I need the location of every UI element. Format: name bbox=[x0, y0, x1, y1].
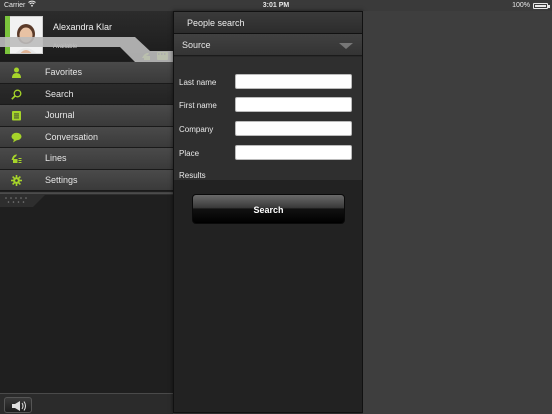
clock-label: 3:01 PM bbox=[262, 2, 290, 9]
panel-title: People search bbox=[174, 12, 362, 34]
speaker-button[interactable] bbox=[4, 397, 32, 413]
battery-icon bbox=[533, 3, 548, 9]
menu-item-settings[interactable]: Settings bbox=[0, 169, 173, 191]
source-selector[interactable]: Source bbox=[174, 34, 362, 56]
person-icon bbox=[12, 67, 21, 78]
first-name-label: First name bbox=[179, 101, 217, 110]
company-label: Company bbox=[179, 125, 214, 134]
menu-item-conversation[interactable]: Conversation bbox=[0, 126, 173, 148]
bottom-toolbar bbox=[0, 393, 173, 414]
menu-item-favorites[interactable]: Favorites bbox=[0, 62, 173, 84]
header-wedge bbox=[0, 37, 173, 62]
last-name-label: Last name bbox=[179, 78, 217, 87]
source-label: Source bbox=[182, 40, 211, 50]
last-name-input[interactable] bbox=[235, 74, 352, 89]
menu-item-label: Lines bbox=[45, 153, 67, 163]
phone-lines-icon bbox=[11, 154, 22, 163]
chat-bubble-icon bbox=[11, 132, 22, 142]
menu-resize-grip[interactable] bbox=[0, 191, 173, 213]
place-label: Place bbox=[179, 149, 200, 158]
status-bar: Carrier 3:01 PM 100% bbox=[0, 0, 552, 11]
left-panel: Alexandra Klar Available bbox=[0, 11, 173, 414]
detail-area bbox=[363, 11, 552, 414]
menu-item-label: Search bbox=[45, 88, 74, 99]
search-form: Last name First name Company Place Resul… bbox=[174, 57, 362, 180]
speaker-icon bbox=[12, 401, 26, 411]
journal-icon bbox=[12, 111, 21, 121]
menu-item-lines[interactable]: Lines bbox=[0, 148, 173, 170]
people-search-panel: People search Source Last name First nam… bbox=[173, 11, 363, 413]
profile-name: Alexandra Klar bbox=[53, 22, 113, 32]
app-window: Carrier 3:01 PM 100% Alexandra Klar Favo… bbox=[0, 0, 552, 414]
search-button[interactable]: Search bbox=[192, 194, 345, 224]
results-label: Results bbox=[179, 171, 206, 180]
company-input[interactable] bbox=[235, 121, 352, 136]
menu-item-search[interactable]: Search bbox=[0, 83, 173, 105]
place-input[interactable] bbox=[235, 145, 352, 160]
menu-item-label: Favorites bbox=[45, 67, 83, 77]
battery-tip bbox=[548, 5, 550, 8]
menu-item-label: Settings bbox=[45, 174, 78, 185]
chevron-down-icon[interactable] bbox=[339, 43, 353, 49]
menu-item-label: Journal bbox=[45, 110, 75, 120]
first-name-input[interactable] bbox=[235, 97, 352, 112]
menu-item-journal[interactable]: Journal bbox=[0, 105, 173, 127]
gear-icon bbox=[11, 174, 22, 186]
menu-item-label: Conversation bbox=[45, 131, 99, 142]
magnifier-icon bbox=[11, 89, 22, 100]
battery-percent: 100% bbox=[512, 2, 530, 9]
main-menu: Favorites Search Journal Conversation Li… bbox=[0, 62, 173, 191]
